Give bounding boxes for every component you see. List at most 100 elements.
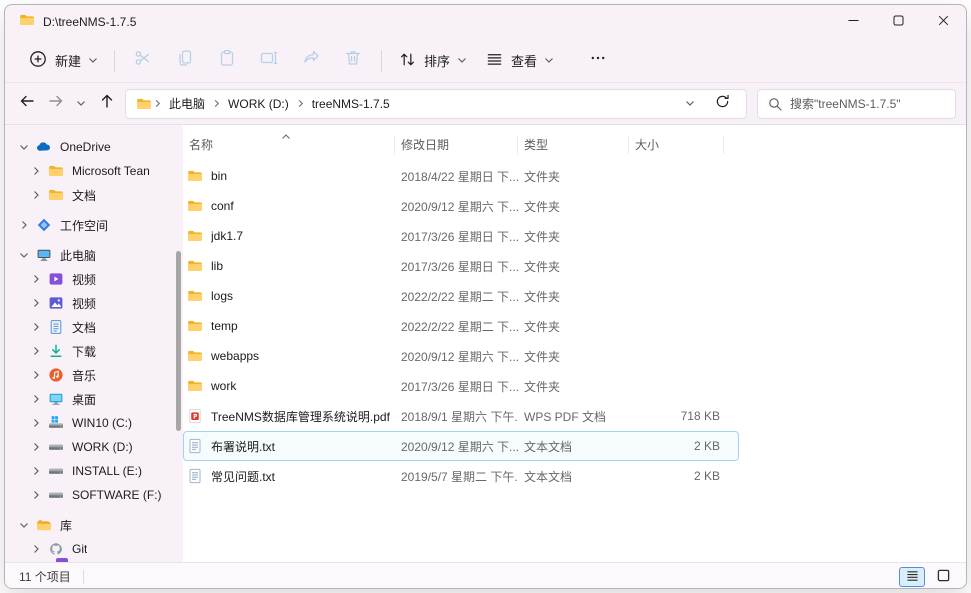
- file-row-temp[interactable]: temp2022/2/22 星期二 下...文件夹: [183, 311, 739, 341]
- breadcrumb-item[interactable]: WORK (D:): [222, 94, 295, 114]
- forward-button[interactable]: [42, 89, 71, 119]
- address-bar: 此电脑 WORK (D:) treeNMS-1.7.5: [5, 83, 966, 125]
- copy-button[interactable]: [164, 45, 206, 77]
- git-icon: [47, 541, 65, 557]
- maximize-button[interactable]: [876, 5, 921, 39]
- large-icons-view-toggle[interactable]: [930, 567, 956, 587]
- breadcrumb-item[interactable]: treeNMS-1.7.5: [306, 94, 396, 114]
- view-button[interactable]: 查看: [476, 45, 563, 77]
- column-header-type[interactable]: 类型: [518, 136, 629, 154]
- file-type: 文件夹: [518, 168, 629, 185]
- chevron-right-icon[interactable]: [27, 394, 45, 404]
- chevron-down-icon: [76, 95, 86, 113]
- sidebar-item-microsoft-teams[interactable]: Microsoft Tean: [9, 159, 177, 183]
- sidebar-item-desktop[interactable]: 桌面: [9, 387, 177, 411]
- more-options-button[interactable]: [577, 45, 619, 77]
- toolbar-divider: [381, 50, 382, 72]
- up-button[interactable]: [92, 89, 121, 119]
- file-date-modified: 2022/2/22 星期二 下...: [395, 318, 518, 335]
- chevron-right-icon[interactable]: [27, 274, 45, 284]
- breadcrumb-bar[interactable]: 此电脑 WORK (D:) treeNMS-1.7.5: [125, 89, 747, 119]
- file-row-faq-txt[interactable]: 常见问题.txt2019/5/7 星期二 下午...文本文档2 KB: [183, 461, 739, 491]
- share-button[interactable]: [290, 45, 332, 77]
- chevron-right-icon[interactable]: [27, 346, 45, 356]
- sidebar-item-documents[interactable]: 文档: [9, 315, 177, 339]
- file-name: jdk1.7: [211, 229, 243, 243]
- refresh-button[interactable]: [710, 92, 734, 116]
- scissors-icon: [133, 48, 153, 73]
- rename-button[interactable]: [248, 45, 290, 77]
- file-row-jdk17[interactable]: jdk1.72017/3/26 星期日 下...文件夹: [183, 221, 739, 251]
- sidebar-item-onedrive-docs[interactable]: 文档: [9, 183, 177, 207]
- sidebar-item-onedrive[interactable]: OneDrive: [9, 135, 177, 159]
- sidebar-item-label: WIN10 (C:): [72, 416, 132, 430]
- sidebar-item-git[interactable]: Git: [9, 537, 177, 561]
- chevron-down-icon[interactable]: [15, 520, 33, 530]
- address-dropdown-button[interactable]: [678, 92, 702, 116]
- large-icons-view-icon: [937, 569, 950, 585]
- close-button[interactable]: [921, 5, 966, 39]
- breadcrumb-chevron-icon: [295, 99, 306, 108]
- chevron-right-icon[interactable]: [27, 322, 45, 332]
- sidebar-item-label: 文档: [72, 187, 96, 204]
- chevron-right-icon[interactable]: [27, 190, 45, 200]
- paste-button[interactable]: [206, 45, 248, 77]
- sidebar-item-drive-d[interactable]: WORK (D:): [9, 435, 177, 459]
- file-row-work[interactable]: work2017/3/26 星期日 下...文件夹: [183, 371, 739, 401]
- column-header-date-modified[interactable]: 修改日期: [395, 136, 518, 154]
- chevron-right-icon[interactable]: [27, 166, 45, 176]
- file-row-deploy-txt[interactable]: 布署说明.txt2020/9/12 星期六 下...文本文档2 KB: [183, 431, 739, 461]
- file-type: 文件夹: [518, 288, 629, 305]
- chevron-right-icon[interactable]: [27, 490, 45, 500]
- sidebar-item-downloads[interactable]: 下载: [9, 339, 177, 363]
- sort-button[interactable]: 排序: [389, 45, 476, 77]
- sidebar-item-drive-f[interactable]: SOFTWARE (F:): [9, 483, 177, 507]
- file-row-bin[interactable]: bin2018/4/22 星期日 下...文件夹: [183, 161, 739, 191]
- file-row-logs[interactable]: logs2022/2/22 星期二 下...文件夹: [183, 281, 739, 311]
- file-explorer-window: D:\treeNMS-1.7.5 新建 排序: [4, 4, 967, 589]
- new-button[interactable]: 新建: [19, 44, 107, 77]
- chevron-down-icon[interactable]: [15, 250, 33, 260]
- sidebar-item-drive-c[interactable]: WIN10 (C:): [9, 411, 177, 435]
- sidebar-item-videos[interactable]: 视频: [9, 267, 177, 291]
- file-type: 文件夹: [518, 198, 629, 215]
- search-input[interactable]: [790, 97, 945, 111]
- column-header-size[interactable]: 大小: [629, 136, 724, 154]
- sidebar-item-music[interactable]: 音乐: [9, 363, 177, 387]
- this-pc-icon: [35, 247, 53, 263]
- txt-icon: [187, 468, 203, 484]
- sidebar-item-libraries[interactable]: 库: [9, 513, 177, 537]
- new-button-label: 新建: [55, 51, 81, 70]
- chevron-right-icon[interactable]: [27, 544, 45, 554]
- sidebar-item-pictures[interactable]: 视频: [9, 291, 177, 315]
- chevron-right-icon[interactable]: [27, 418, 45, 428]
- chevron-right-icon[interactable]: [15, 220, 33, 230]
- minimize-button[interactable]: [831, 5, 876, 39]
- details-view-toggle[interactable]: [899, 567, 925, 587]
- file-type: WPS PDF 文档: [518, 408, 629, 425]
- file-row-webapps[interactable]: webapps2020/9/12 星期六 下...文件夹: [183, 341, 739, 371]
- folder-icon: [47, 163, 65, 179]
- sidebar-item-workspace[interactable]: 工作空间: [9, 213, 177, 237]
- chevron-down-icon: [544, 53, 554, 68]
- delete-button[interactable]: [332, 45, 374, 77]
- history-dropdown-button[interactable]: [71, 89, 92, 119]
- chevron-right-icon[interactable]: [27, 370, 45, 380]
- file-row-conf[interactable]: conf2020/9/12 星期六 下...文件夹: [183, 191, 739, 221]
- breadcrumb-item[interactable]: 此电脑: [163, 92, 211, 115]
- back-button[interactable]: [13, 89, 42, 119]
- chevron-down-icon[interactable]: [15, 142, 33, 152]
- chevron-right-icon[interactable]: [27, 442, 45, 452]
- sidebar-item-drive-e[interactable]: INSTALL (E:): [9, 459, 177, 483]
- sidebar-item-this-pc[interactable]: 此电脑: [9, 243, 177, 267]
- sidebar-item-label: 音乐: [72, 367, 96, 384]
- folder-icon: [187, 318, 203, 334]
- chevron-right-icon[interactable]: [27, 466, 45, 476]
- chevron-down-icon: [685, 95, 695, 113]
- file-row-lib[interactable]: lib2017/3/26 星期日 下...文件夹: [183, 251, 739, 281]
- sidebar-scrollbar-thumb[interactable]: [176, 251, 181, 431]
- cut-button[interactable]: [122, 45, 164, 77]
- file-row-treenms-pdf[interactable]: TreeNMS数据库管理系统说明.pdf2018/9/1 星期六 下午...WP…: [183, 401, 739, 431]
- chevron-right-icon[interactable]: [27, 298, 45, 308]
- search-box[interactable]: [757, 89, 956, 119]
